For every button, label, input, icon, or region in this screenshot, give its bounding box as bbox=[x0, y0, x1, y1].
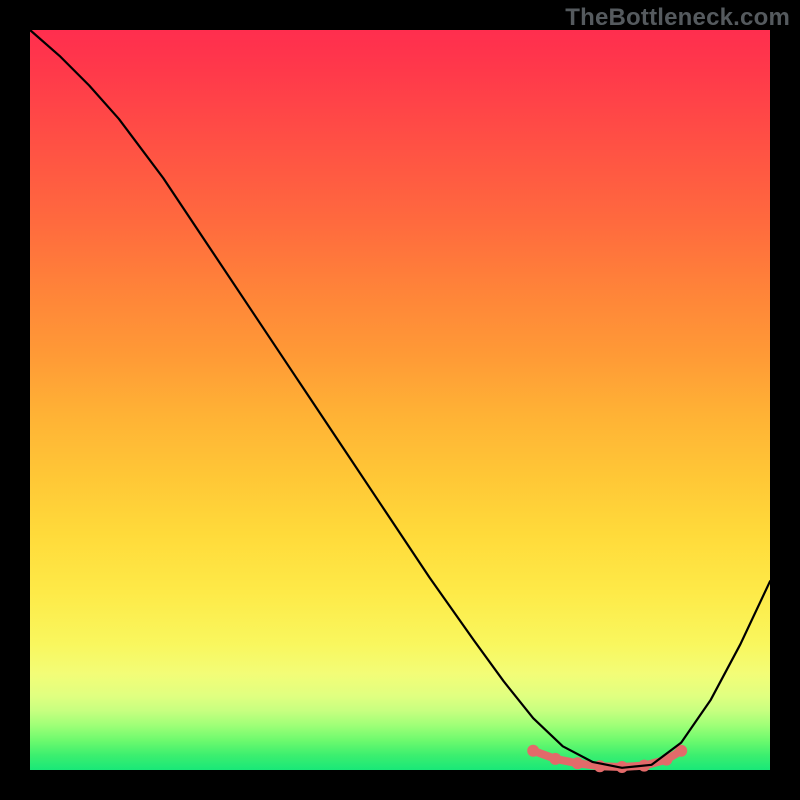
highlight-dot bbox=[527, 745, 539, 757]
highlight-dot bbox=[660, 754, 672, 766]
highlight-group bbox=[527, 745, 687, 773]
watermark-text: TheBottleneck.com bbox=[565, 4, 790, 32]
curve-line bbox=[30, 30, 770, 768]
plot-area bbox=[30, 30, 770, 770]
chart-frame: TheBottleneck.com bbox=[0, 0, 800, 800]
chart-svg bbox=[30, 30, 770, 770]
highlight-dot bbox=[549, 753, 561, 765]
highlight-dot bbox=[572, 757, 584, 769]
